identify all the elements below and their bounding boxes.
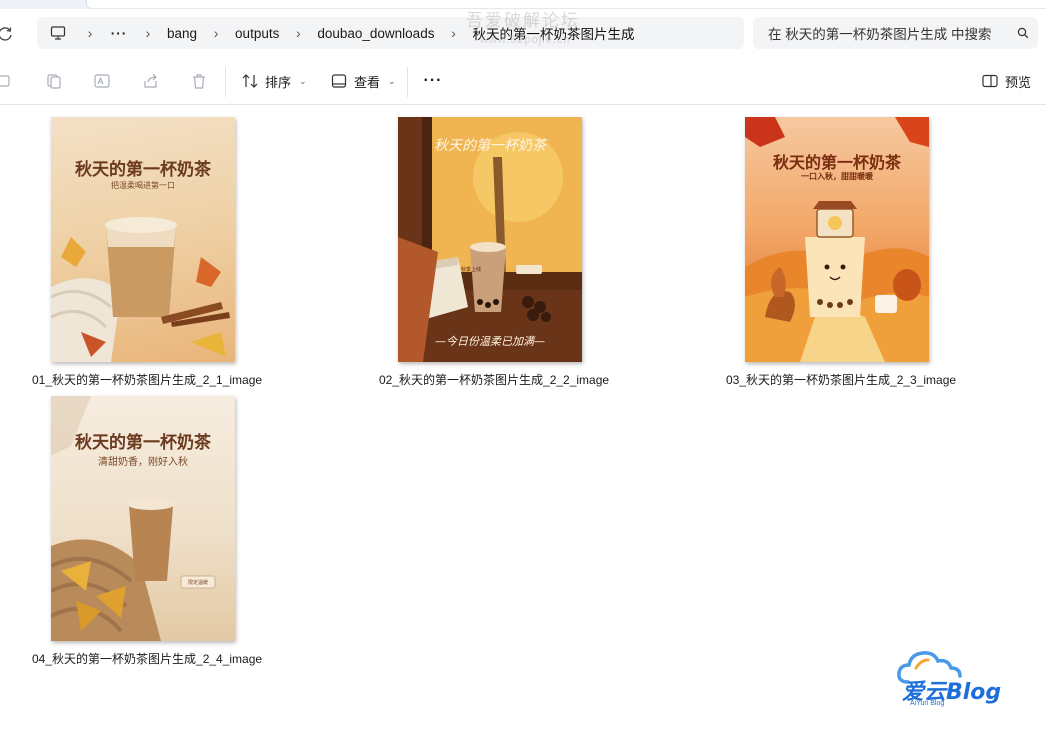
- poster-title: 秋天的第一杯奶茶: [75, 160, 211, 180]
- poster-badge: 限定温暖: [187, 580, 208, 586]
- refresh-icon[interactable]: [0, 23, 16, 45]
- file-name[interactable]: 04_秋天的第一杯奶茶图片生成_2_4_image: [32, 650, 262, 667]
- active-tab-edge[interactable]: [86, 0, 1046, 9]
- toolbar-divider: [407, 67, 408, 97]
- preview-label: 预览: [1005, 74, 1032, 90]
- image-thumbnail[interactable]: 秋天的第一杯奶茶 把温柔喝进第一口: [51, 117, 235, 362]
- chevron-right-icon[interactable]: ›: [131, 25, 165, 41]
- chevron-right-icon[interactable]: ›: [199, 25, 233, 41]
- chevron-down-icon: ⌄: [299, 75, 307, 86]
- breadcrumb-item-current[interactable]: 秋天的第一杯奶茶图片生成: [470, 23, 636, 43]
- sort-label: 排序: [265, 74, 292, 90]
- address-row: › ··· › bang › outputs › doubao_download…: [0, 9, 1046, 57]
- breadcrumb[interactable]: › ··· › bang › outputs › doubao_download…: [37, 17, 744, 49]
- poster-badge: 秋季上线: [460, 267, 481, 273]
- search-input[interactable]: 在 秋天的第一杯奶茶图片生成 中搜索: [753, 17, 1038, 49]
- brand-sub: AiYun Blog: [910, 700, 945, 707]
- rename-icon[interactable]: [92, 71, 112, 91]
- image-thumbnail[interactable]: 秋天的第一杯奶茶 一口入秋，甜甜暖暖: [745, 117, 929, 362]
- chevron-down-icon: ⌄: [388, 75, 396, 86]
- chevron-right-icon[interactable]: ›: [436, 25, 470, 41]
- image-thumbnail[interactable]: 秋天的第一杯奶茶 清甜奶香，刚好入秋 限定温暖: [51, 396, 235, 641]
- preview-button[interactable]: 预览: [981, 69, 1031, 93]
- sort-icon: [242, 74, 258, 88]
- share-icon[interactable]: [141, 71, 161, 91]
- delete-icon[interactable]: [189, 71, 209, 91]
- image-thumbnail[interactable]: 秋天的第一杯奶茶 秋季上线 —今日份温柔已加满—: [398, 117, 582, 362]
- poster-title: 秋天的第一杯奶茶: [75, 433, 211, 453]
- cut-icon[interactable]: [0, 71, 16, 91]
- file-name[interactable]: 01_秋天的第一杯奶茶图片生成_2_1_image: [32, 371, 262, 388]
- command-bar: 排序 ⌄ 查看 ⌄ ··· 预览: [0, 57, 1046, 105]
- sort-button[interactable]: 排序 ⌄: [241, 69, 307, 93]
- more-options-button[interactable]: ···: [422, 69, 444, 93]
- toolbar-divider: [225, 67, 226, 97]
- poster-subtitle: 一口入秋，甜甜暖暖: [801, 171, 873, 181]
- poster-title: 秋天的第一杯奶茶: [434, 138, 546, 154]
- chevron-right-icon[interactable]: ›: [73, 25, 107, 41]
- search-icon[interactable]: [1008, 27, 1038, 39]
- breadcrumb-item-bang[interactable]: bang: [165, 26, 199, 41]
- file-name[interactable]: 02_秋天的第一杯奶茶图片生成_2_2_image: [379, 371, 609, 388]
- brand-watermark: 爱云Blog AiYun Blog: [892, 648, 1032, 712]
- copy-icon[interactable]: [44, 71, 64, 91]
- view-button[interactable]: 查看 ⌄: [330, 69, 396, 93]
- search-placeholder: 在 秋天的第一杯奶茶图片生成 中搜索: [768, 27, 992, 42]
- breadcrumb-overflow[interactable]: ···: [107, 26, 131, 41]
- poster-footer: —今日份温柔已加满—: [435, 335, 545, 348]
- chevron-right-icon[interactable]: ›: [281, 25, 315, 41]
- preview-pane-icon: [982, 74, 998, 88]
- file-name[interactable]: 03_秋天的第一杯奶茶图片生成_2_3_image: [726, 371, 956, 388]
- poster-subtitle: 把温柔喝进第一口: [111, 181, 175, 190]
- view-label: 查看: [354, 74, 381, 90]
- view-icon: [331, 74, 347, 88]
- breadcrumb-item-outputs[interactable]: outputs: [233, 26, 281, 41]
- poster-subtitle: 清甜奶香，刚好入秋: [98, 457, 188, 468]
- breadcrumb-item-doubao-downloads[interactable]: doubao_downloads: [315, 26, 436, 41]
- poster-illustration: [51, 217, 230, 362]
- this-pc-icon[interactable]: [43, 17, 73, 49]
- poster-title: 秋天的第一杯奶茶: [772, 153, 901, 172]
- tab-strip: [0, 0, 1046, 9]
